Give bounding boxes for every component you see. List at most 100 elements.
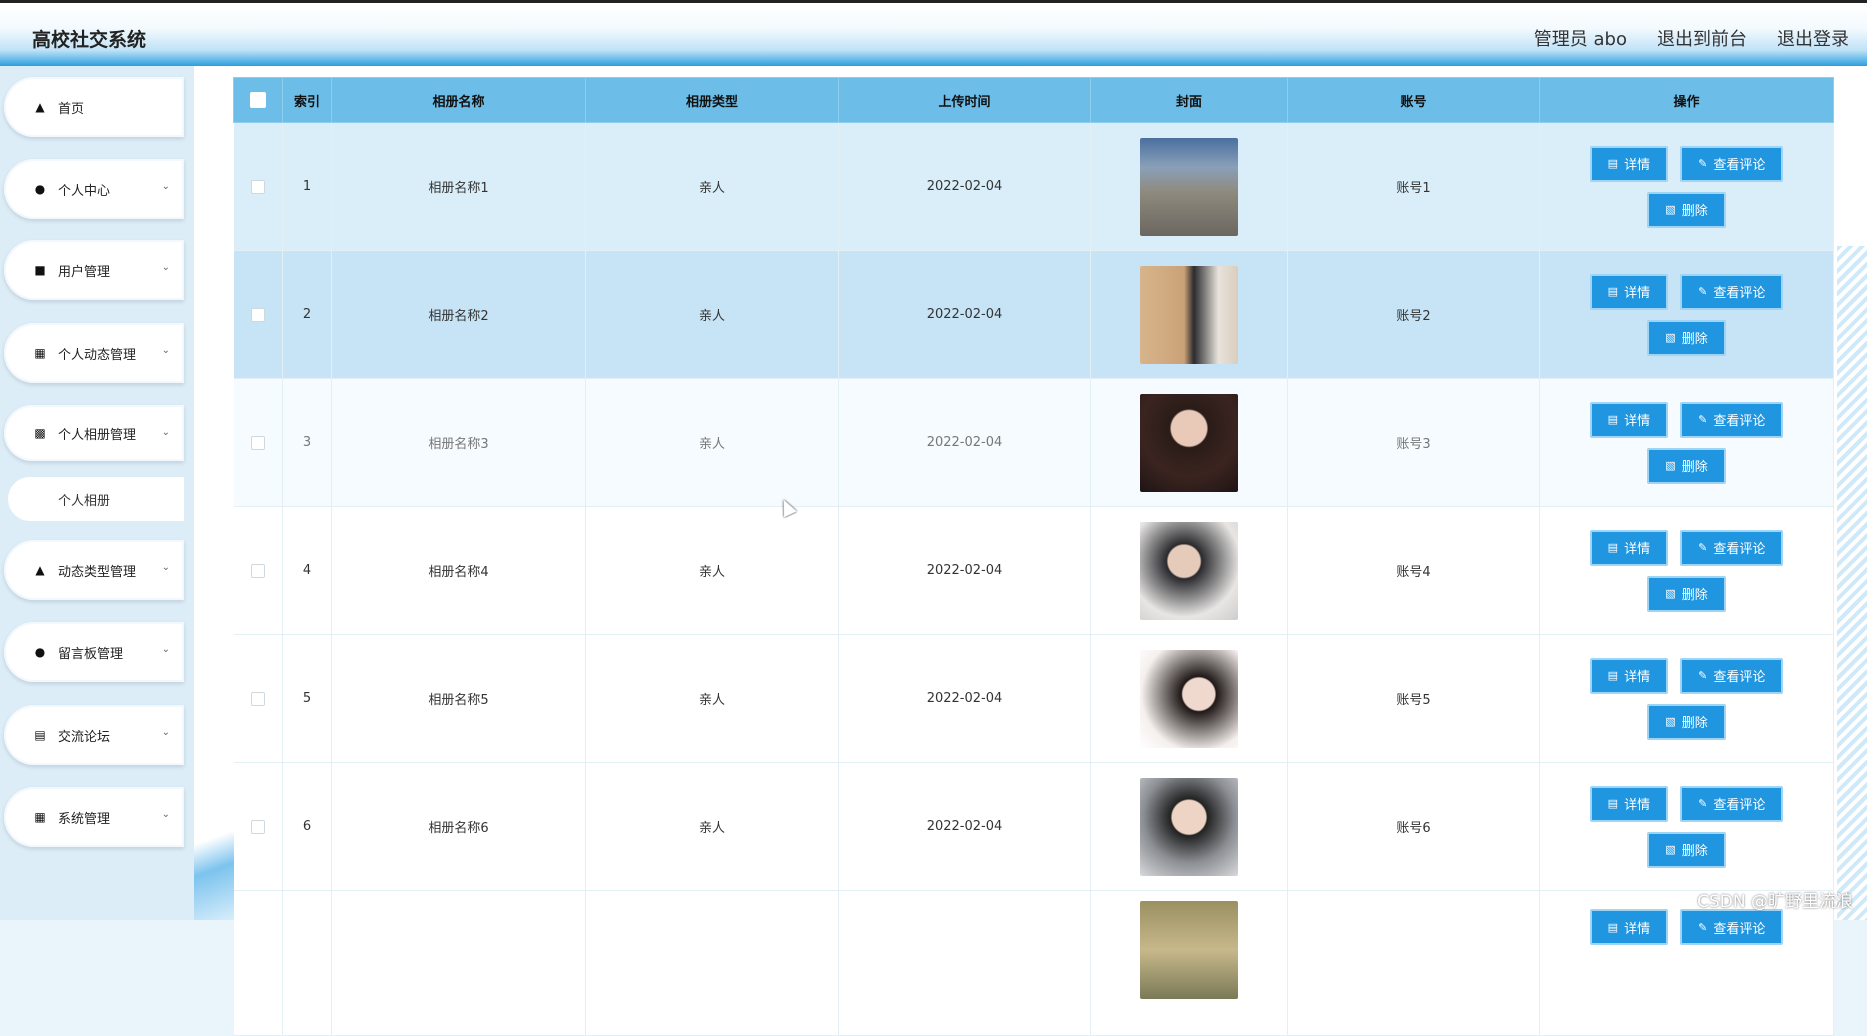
document-icon: ▤	[1607, 541, 1619, 554]
cell-name: 相册名称6	[331, 762, 586, 891]
sidebar-item-feed-type[interactable]: ▲ 动态类型管理 ⌄	[4, 540, 184, 600]
cover-image[interactable]	[1140, 777, 1238, 876]
sidebar-item-personal-feed[interactable]: ▦ 个人动态管理 ⌄	[4, 323, 184, 383]
sidebar-item-label: 交流论坛	[58, 729, 111, 745]
sidebar-item-forum[interactable]: ▤ 交流论坛 ⌄	[4, 705, 184, 765]
cover-image[interactable]	[1140, 901, 1238, 999]
view-comments-button-label: 查看评论	[1713, 798, 1766, 813]
cell-account: 账号3	[1287, 378, 1540, 507]
sidebar-item-album-management[interactable]: ▩ 个人相册管理 ⌄	[4, 405, 184, 461]
trash-icon: ▧	[1665, 203, 1676, 216]
delete-button-label: 删除	[1681, 716, 1708, 731]
delete-button[interactable]: ▧ 删除	[1647, 831, 1726, 868]
cell-index: 2	[282, 250, 332, 379]
cover-image[interactable]	[1140, 265, 1238, 364]
table-row: 5 相册名称5 亲人 2022-02-04 账号5 ▤ 详情 ✎ 查看评论 ▧ 删除	[233, 634, 1834, 763]
delete-button[interactable]: ▧ 删除	[1647, 447, 1726, 484]
detail-button[interactable]: ▤ 详情	[1589, 657, 1669, 694]
detail-button[interactable]: ▤ 详情	[1589, 145, 1669, 182]
cell-index: 3	[282, 378, 332, 507]
cell-type: 亲人	[585, 762, 839, 891]
admin-label: 管理员 abo	[1533, 29, 1627, 50]
delete-button[interactable]: ▧ 删除	[1647, 191, 1726, 228]
row-checkbox[interactable]	[250, 691, 265, 706]
delete-button-label: 删除	[1681, 844, 1708, 859]
view-comments-button[interactable]: ✎ 查看评论	[1680, 273, 1784, 310]
detail-button-label: 详情	[1624, 670, 1651, 685]
exit-to-front-link[interactable]: 退出到前台	[1657, 25, 1747, 51]
row-checkbox[interactable]	[250, 435, 265, 450]
delete-button[interactable]: ▧ 删除	[1647, 319, 1726, 356]
cell-time: 2022-02-04	[838, 762, 1091, 891]
view-comments-button[interactable]: ✎ 查看评论	[1680, 657, 1784, 694]
document-icon: ▤	[1607, 413, 1619, 426]
view-comments-button-label: 查看评论	[1713, 670, 1766, 685]
row-checkbox[interactable]	[250, 563, 265, 578]
row-checkbox[interactable]	[250, 179, 265, 194]
chevron-down-icon: ⌄	[161, 562, 170, 573]
ticket-icon: ▲	[35, 563, 45, 577]
grid-icon: ▦	[34, 346, 46, 360]
trash-icon: ▧	[1665, 331, 1676, 344]
cell-account: 账号2	[1287, 250, 1540, 379]
document-icon: ▤	[1607, 285, 1619, 298]
sidebar-item-label: 动态类型管理	[58, 564, 137, 580]
sidebar-item-message-board[interactable]: ● 留言板管理 ⌄	[4, 622, 184, 682]
sidebar-item-personal-center[interactable]: ● 个人中心 ⌄	[4, 159, 184, 219]
cover-image[interactable]	[1140, 521, 1238, 620]
grid-icon: ▦	[34, 810, 46, 824]
table-row: 6 相册名称6 亲人 2022-02-04 账号6 ▤ 详情 ✎ 查看评论 ▧ 删除	[233, 762, 1834, 891]
detail-button[interactable]: ▤ 详情	[1589, 401, 1669, 438]
col-header-account: 账号	[1287, 77, 1540, 123]
cover-image[interactable]	[1140, 649, 1238, 748]
table-header-row: 索引 相册名称 相册类型 上传时间 封面 账号 操作	[233, 77, 1834, 123]
cell-index: 6	[282, 762, 332, 891]
sidebar-item-system[interactable]: ▦ 系统管理 ⌄	[4, 787, 184, 847]
sidebar-item-home[interactable]: ▲ 首页	[4, 77, 184, 137]
user-icon: ●	[34, 182, 46, 196]
sidebar-item-label: 系统管理	[58, 811, 111, 827]
view-comments-button[interactable]: ✎ 查看评论	[1680, 529, 1784, 566]
edit-icon: ✎	[1698, 669, 1708, 682]
monitor-icon: ■	[34, 263, 46, 277]
view-comments-button-label: 查看评论	[1713, 921, 1766, 937]
chevron-down-icon: ⌄	[161, 809, 170, 820]
user-icon: ●	[34, 645, 46, 659]
table-row-partial: ▤ 详情 ✎ 查看评论	[233, 890, 1834, 1036]
cover-image[interactable]	[1140, 137, 1238, 236]
detail-button[interactable]: ▤ 详情	[1589, 273, 1669, 310]
chevron-down-icon: ⌄	[161, 181, 170, 192]
select-all-cell[interactable]	[233, 77, 283, 123]
trash-icon: ▧	[1665, 459, 1676, 472]
view-comments-button[interactable]: ✎ 查看评论	[1680, 145, 1784, 182]
view-comments-button[interactable]: ✎ 查看评论	[1680, 401, 1784, 438]
logout-link[interactable]: 退出登录	[1777, 25, 1849, 51]
sidebar-item-user-management[interactable]: ■ 用户管理 ⌄	[4, 240, 184, 300]
sidebar-item-label: 首页	[58, 101, 85, 117]
detail-button[interactable]: ▤ 详情	[1589, 909, 1669, 945]
delete-button[interactable]: ▧ 删除	[1647, 575, 1726, 612]
edit-icon: ✎	[1698, 797, 1708, 810]
edit-icon: ✎	[1698, 413, 1708, 426]
detail-button[interactable]: ▤ 详情	[1589, 529, 1669, 566]
detail-button[interactable]: ▤ 详情	[1589, 785, 1669, 822]
cell-type: 亲人	[585, 122, 839, 251]
select-all-checkbox[interactable]	[250, 92, 266, 108]
table-row: 3 相册名称3 亲人 2022-02-04 账号3 ▤ 详情 ✎ 查看评论 ▧ 删除	[233, 378, 1834, 507]
row-checkbox[interactable]	[250, 307, 265, 322]
table-row: 1 相册名称1 亲人 2022-02-04 账号1 ▤ 详情 ✎ 查看评论 ▧ 删除	[233, 122, 1834, 251]
detail-button-label: 详情	[1624, 798, 1651, 813]
row-checkbox[interactable]	[250, 819, 265, 834]
view-comments-button[interactable]: ✎ 查看评论	[1680, 909, 1784, 945]
view-comments-button-label: 查看评论	[1713, 414, 1766, 429]
cover-image[interactable]	[1140, 393, 1238, 492]
delete-button[interactable]: ▧ 删除	[1647, 703, 1726, 740]
briefcase-icon: ▩	[34, 426, 46, 440]
sidebar-subitem-personal-album[interactable]: 个人相册	[8, 477, 184, 521]
cell-index: 4	[282, 506, 332, 635]
view-comments-button[interactable]: ✎ 查看评论	[1680, 785, 1784, 822]
cell-name: 相册名称1	[331, 122, 586, 251]
cell-time: 2022-02-04	[838, 506, 1091, 635]
detail-button-label: 详情	[1624, 921, 1651, 937]
trash-icon: ▧	[1665, 715, 1676, 728]
